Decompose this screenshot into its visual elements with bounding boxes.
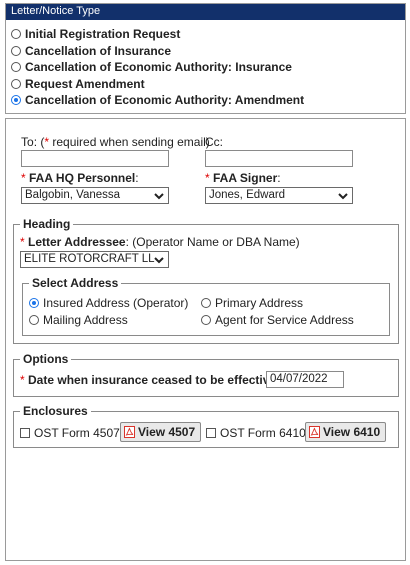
required-asterisk: * [20,235,25,249]
to-required-note: required when sending email) [49,135,210,149]
letter-type-option-cancellation-ea-insurance[interactable]: Cancellation of Economic Authority: Insu… [6,59,405,76]
checkbox-icon[interactable] [20,428,30,438]
letter-type-option-initial-registration[interactable]: Initial Registration Request [6,26,405,43]
view-6410-label: View 6410 [323,425,381,439]
faa-signer-select[interactable]: Jones, Edward [205,187,353,204]
letter-addressee-select[interactable]: ELITE ROTORCRAFT LL [20,251,169,268]
address-option-primary[interactable]: Primary Address [201,296,303,310]
chevron-down-icon [154,193,164,200]
faa-signer-label: * FAA Signer: [205,171,281,185]
faa-signer-label-text: FAA Signer [213,171,278,185]
letter-type-option-cancellation-ea-amendment[interactable]: Cancellation of Economic Authority: Amen… [6,92,405,109]
radio-button-icon[interactable] [11,78,21,89]
address-option-insured[interactable]: Insured Address (Operator) [29,296,188,310]
letter-addressee-note: : (Operator Name or DBA Name) [125,235,300,249]
to-label: To: (* required when sending email) [21,135,210,149]
radio-button-icon[interactable] [201,298,211,308]
radio-button-icon[interactable] [201,315,211,325]
enclosure-label: OST Form 4507 [34,426,120,440]
radio-button-icon[interactable] [11,45,21,56]
required-asterisk: * [21,171,26,185]
pdf-icon [124,426,135,438]
radio-button-selected-icon[interactable] [11,95,21,106]
to-input[interactable] [21,150,169,167]
address-option-label: Mailing Address [43,313,128,327]
to-label-text: To [21,135,34,149]
letter-type-option-request-amendment[interactable]: Request Amendment [6,76,405,93]
insurance-ceased-date-input[interactable]: 04/07/2022 [266,371,344,388]
radio-button-icon[interactable] [29,315,39,325]
view-4507-button[interactable]: View 4507 [120,422,202,442]
insurance-ceased-date-label-text: Date when insurance ceased to be effecti… [28,373,277,387]
required-asterisk: * [20,373,25,387]
checkbox-icon[interactable] [206,428,216,438]
address-option-label: Agent for Service Address [215,313,354,327]
letter-type-panel: Letter/Notice Type Initial Registration … [5,3,406,114]
chevron-down-icon [338,193,348,200]
view-4507-label: View 4507 [138,425,196,439]
required-asterisk: * [205,171,210,185]
label-colon: : [135,171,139,185]
letter-addressee-value: ELITE ROTORCRAFT LL [24,253,155,265]
cc-label: Cc: [205,135,223,149]
letter-addressee-label: * Letter Addressee: (Operator Name or DB… [20,235,300,249]
insurance-ceased-date-label: * Date when insurance ceased to be effec… [20,373,276,387]
address-option-label: Insured Address (Operator) [43,296,189,310]
letter-type-option-cancellation-insurance[interactable]: Cancellation of Insurance [6,43,405,60]
select-address-fieldset: Select Address Insured Address (Operator… [22,276,390,336]
faa-hq-personnel-select[interactable]: Balgobin, Vanessa [21,187,169,204]
cc-input[interactable] [205,150,353,167]
letter-type-header: Letter/Notice Type [6,4,405,20]
radio-button-icon[interactable] [11,62,21,73]
letter-addressee-label-text: Letter Addressee [28,235,126,249]
letter-type-option-label: Initial Registration Request [25,27,181,42]
enclosure-ost-4507[interactable]: OST Form 4507 [20,426,120,440]
faa-hq-personnel-label: * FAA HQ Personnel: [21,171,139,185]
enclosures-legend: Enclosures [20,404,91,418]
enclosure-ost-6410[interactable]: OST Form 6410 [206,426,306,440]
letter-type-option-label: Cancellation of Economic Authority: Amen… [25,93,305,108]
select-address-legend: Select Address [29,276,122,290]
heading-legend: Heading [20,217,74,231]
pdf-icon [309,426,320,438]
address-option-mailing[interactable]: Mailing Address [29,313,128,327]
address-option-label: Primary Address [215,296,304,310]
radio-button-selected-icon[interactable] [29,298,39,308]
letter-type-option-label: Request Amendment [25,76,145,91]
options-legend: Options [20,352,72,366]
chevron-down-icon [154,257,164,264]
faa-hq-personnel-label-text: FAA HQ Personnel [29,171,136,185]
enclosure-label: OST Form 6410 [220,426,306,440]
enclosures-fieldset: Enclosures OST Form 4507 View 4507 OST F… [13,404,399,448]
faa-hq-personnel-value: Balgobin, Vanessa [25,189,121,201]
to-colon: : ( [33,135,45,149]
view-6410-button[interactable]: View 6410 [305,422,387,442]
radio-button-icon[interactable] [11,29,21,40]
options-fieldset: Options * Date when insurance ceased to … [13,352,399,397]
letter-type-option-label: Cancellation of Economic Authority: Insu… [25,60,292,75]
letter-form-panel: To: (* required when sending email) Cc: … [5,118,406,561]
address-option-agent[interactable]: Agent for Service Address [201,313,354,327]
letter-type-option-label: Cancellation of Insurance [25,43,172,58]
faa-signer-value: Jones, Edward [209,189,286,201]
label-colon: : [277,171,281,185]
heading-fieldset: Heading * Letter Addressee: (Operator Na… [13,217,399,344]
